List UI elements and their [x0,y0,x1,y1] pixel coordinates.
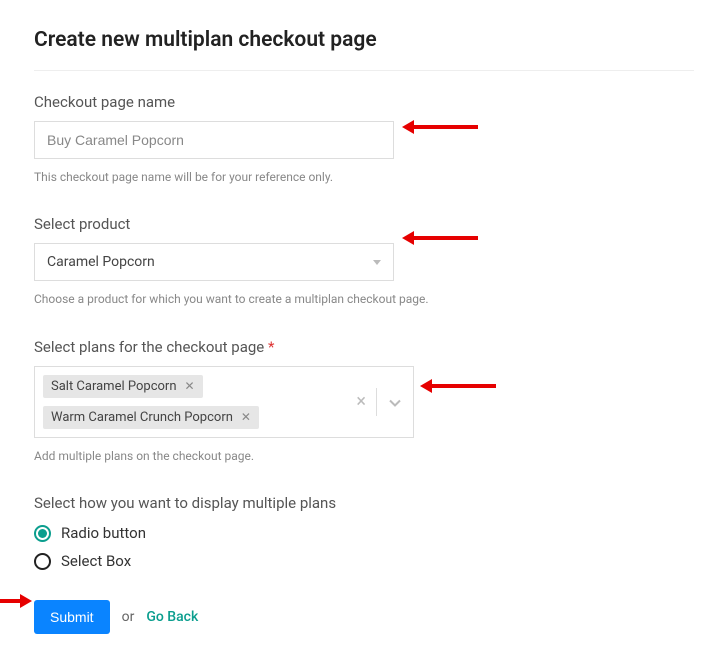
plan-tag: Salt Caramel Popcorn ✕ [43,375,203,398]
label-select-product: Select product [34,215,694,233]
plans-tags-container: Salt Caramel Popcorn ✕ Warm Caramel Crun… [35,367,346,437]
field-checkout-name: Checkout page name This checkout page na… [34,93,694,187]
label-checkout-name: Checkout page name [34,93,694,111]
field-select-product: Select product Caramel Popcorn Choose a … [34,215,694,309]
plans-multiselect[interactable]: Salt Caramel Popcorn ✕ Warm Caramel Crun… [34,366,414,438]
radio-label: Radio button [61,524,146,542]
or-text: or [122,609,135,625]
label-select-plans: Select plans for the checkout page * [34,338,694,356]
remove-tag-icon[interactable]: ✕ [185,379,195,393]
radio-icon-selected [34,525,51,542]
checkout-name-input[interactable] [34,121,394,159]
product-select-value: Caramel Popcorn [47,254,155,270]
remove-tag-icon[interactable]: ✕ [241,410,251,424]
submit-button[interactable]: Submit [34,600,110,634]
plan-tag-label: Warm Caramel Crunch Popcorn [51,410,233,425]
go-back-link[interactable]: Go Back [146,609,198,625]
plans-controls: × [346,367,413,437]
label-display-mode: Select how you want to display multiple … [34,494,694,512]
product-select[interactable]: Caramel Popcorn [34,243,394,281]
annotation-arrow [412,125,478,129]
page-title: Create new multiplan checkout page [34,28,694,71]
caret-down-icon [373,260,381,265]
clear-all-icon[interactable]: × [346,391,376,412]
radio-option-select-box[interactable]: Select Box [34,552,694,570]
display-radio-group: Radio button Select Box [34,524,694,570]
hint-select-plans: Add multiple plans on the checkout page. [34,446,434,466]
required-asterisk: * [268,338,274,356]
label-plans-text: Select plans for the checkout page [34,338,264,356]
plan-tag: Warm Caramel Crunch Popcorn ✕ [43,406,259,429]
radio-icon-unselected [34,553,51,570]
annotation-arrow [412,236,478,240]
chevron-down-icon [389,399,401,407]
radio-label: Select Box [61,552,131,570]
radio-option-radio-button[interactable]: Radio button [34,524,694,542]
annotation-arrow [430,384,496,388]
form-actions: Submit or Go Back [34,600,694,634]
field-display-mode: Select how you want to display multiple … [34,494,694,570]
expand-plans-button[interactable] [377,392,413,411]
hint-select-product: Choose a product for which you want to c… [34,289,434,309]
plan-tag-label: Salt Caramel Popcorn [51,379,177,394]
field-select-plans: Select plans for the checkout page * Sal… [34,338,694,466]
hint-checkout-name: This checkout page name will be for your… [34,167,434,187]
annotation-arrow [0,599,22,603]
